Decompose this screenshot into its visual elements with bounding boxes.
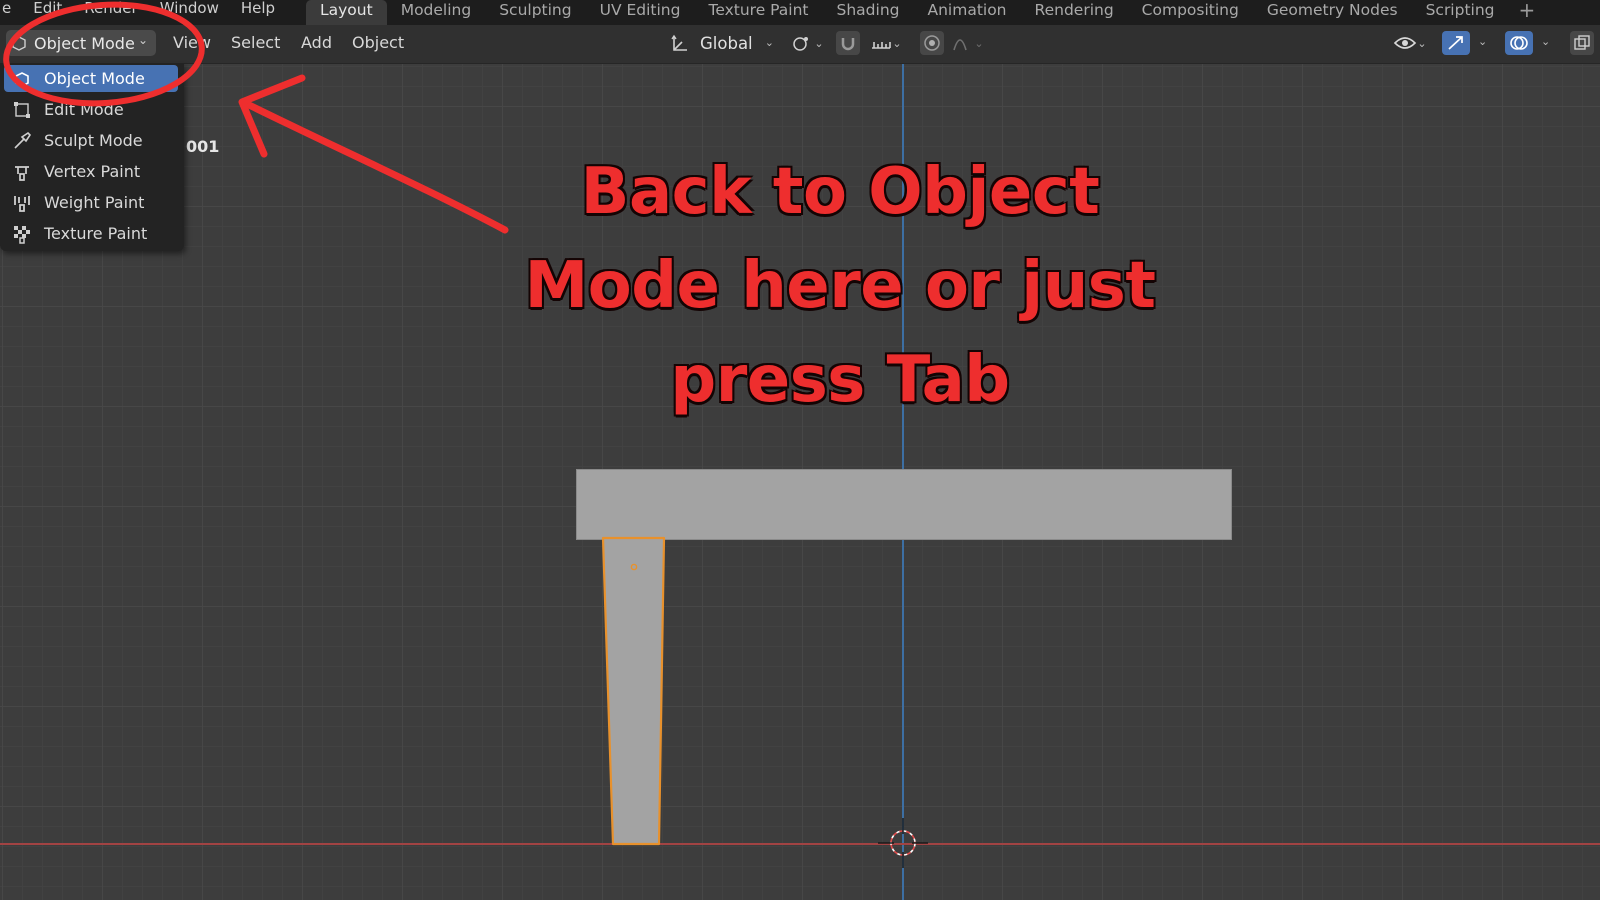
snap-toggle[interactable] bbox=[836, 31, 860, 55]
weight-paint-icon bbox=[14, 196, 30, 212]
add-workspace-button[interactable]: + bbox=[1509, 0, 1546, 25]
workspace-tabs: Layout Modeling Sculpting UV Editing Tex… bbox=[306, 0, 1545, 25]
gizmo-icon bbox=[1448, 36, 1463, 50]
table-leg-mesh[interactable] bbox=[598, 536, 670, 850]
snap-target-button[interactable]: ⌄ bbox=[866, 31, 906, 55]
dropdown-item-label: Vertex Paint bbox=[44, 162, 141, 181]
annotation-line-2: Mode here or just bbox=[524, 249, 1156, 323]
tab-uv-editing[interactable]: UV Editing bbox=[586, 0, 695, 25]
menu-view[interactable]: View bbox=[173, 33, 211, 52]
falloff-curve-icon bbox=[953, 39, 968, 51]
object-name-label: 001 bbox=[186, 137, 220, 156]
menu-select[interactable]: Select bbox=[231, 33, 280, 52]
mode-dropdown-menu: Object Mode Edit Mode Sculpt Mode Vertex… bbox=[0, 63, 184, 251]
object-mode-dropdown[interactable]: Object Mode ⌄ bbox=[6, 30, 156, 56]
tab-geometry-nodes[interactable]: Geometry Nodes bbox=[1253, 0, 1412, 25]
dropdown-item-sculpt-mode[interactable]: Sculpt Mode bbox=[4, 127, 178, 154]
tab-sculpting[interactable]: Sculpting bbox=[485, 0, 585, 25]
dropdown-item-label: Object Mode bbox=[44, 69, 145, 88]
object-mode-icon bbox=[15, 72, 29, 87]
x-axis-line bbox=[0, 843, 1600, 845]
menu-add[interactable]: Add bbox=[301, 33, 332, 52]
dropdown-item-vertex-paint[interactable]: Vertex Paint bbox=[4, 158, 178, 185]
dropdown-item-edit-mode[interactable]: Edit Mode bbox=[4, 96, 178, 123]
chevron-down-icon: ⌄ bbox=[814, 36, 824, 50]
annotation-line-3: press Tab bbox=[670, 343, 1010, 417]
object-mode-icon bbox=[12, 36, 26, 51]
chevron-down-icon: ⌄ bbox=[137, 33, 148, 47]
dropdown-item-label: Weight Paint bbox=[44, 193, 145, 212]
annotation-text: Back to Object Mode here or just press T… bbox=[500, 145, 1180, 427]
xray-icon bbox=[1574, 35, 1590, 50]
transform-orientation-label: Global bbox=[700, 33, 753, 53]
edit-mode-icon bbox=[14, 102, 30, 118]
vertex-paint-icon bbox=[15, 166, 29, 181]
texture-paint-icon bbox=[14, 226, 30, 244]
pivot-icon bbox=[793, 37, 809, 51]
transform-orientation-icon bbox=[671, 34, 687, 51]
chevron-down-icon[interactable]: ⌄ bbox=[1541, 35, 1550, 48]
tab-texture-paint[interactable]: Texture Paint bbox=[694, 0, 822, 25]
dropdown-item-label: Sculpt Mode bbox=[44, 131, 143, 150]
menu-object[interactable]: Object bbox=[352, 33, 404, 52]
tab-modeling[interactable]: Modeling bbox=[387, 0, 486, 25]
top-menu-bar: e Edit Render Window Help Layout Modelin… bbox=[0, 0, 1600, 25]
falloff-button[interactable]: ⌄ bbox=[950, 31, 986, 55]
sculpt-brush-icon bbox=[14, 131, 32, 149]
chevron-down-icon[interactable]: ⌄ bbox=[1478, 35, 1487, 48]
object-mode-label: Object Mode bbox=[34, 33, 135, 53]
tabletop-mesh[interactable] bbox=[576, 469, 1232, 540]
dropdown-item-object-mode[interactable]: Object Mode bbox=[4, 65, 178, 92]
chevron-down-icon: ⌄ bbox=[1417, 36, 1427, 50]
overlays-icon bbox=[1510, 36, 1528, 50]
tab-layout[interactable]: Layout bbox=[306, 0, 387, 25]
tab-scripting[interactable]: Scripting bbox=[1412, 0, 1509, 25]
pivot-point-button[interactable]: ⌄ bbox=[788, 31, 828, 55]
tab-shading[interactable]: Shading bbox=[823, 0, 914, 25]
eye-icon bbox=[1394, 37, 1417, 49]
proportional-edit-toggle[interactable] bbox=[920, 31, 944, 55]
dropdown-item-weight-paint[interactable]: Weight Paint bbox=[4, 189, 178, 216]
menu-help[interactable]: Help bbox=[230, 0, 286, 21]
tab-compositing[interactable]: Compositing bbox=[1128, 0, 1253, 25]
annotation-line-1: Back to Object bbox=[580, 155, 1100, 229]
magnet-icon bbox=[841, 38, 855, 51]
tab-rendering[interactable]: Rendering bbox=[1021, 0, 1128, 25]
dropdown-item-label: Texture Paint bbox=[44, 224, 148, 243]
snap-increment-icon bbox=[872, 42, 892, 49]
chevron-down-icon: ⌄ bbox=[974, 36, 984, 50]
menu-window[interactable]: Window bbox=[149, 0, 230, 21]
visibility-button[interactable]: ⌄ bbox=[1388, 31, 1432, 55]
tab-animation[interactable]: Animation bbox=[913, 0, 1020, 25]
chevron-down-icon: ⌄ bbox=[892, 36, 902, 50]
proportional-edit-icon bbox=[924, 35, 940, 51]
dropdown-item-label: Edit Mode bbox=[44, 100, 124, 119]
dropdown-item-texture-paint[interactable]: Texture Paint bbox=[4, 220, 178, 247]
menu-file-fragment[interactable]: e bbox=[0, 0, 22, 21]
xray-toggle[interactable] bbox=[1570, 31, 1594, 55]
menu-edit[interactable]: Edit bbox=[22, 0, 73, 21]
chevron-down-icon: ⌄ bbox=[764, 36, 774, 49]
overlays-toggle[interactable] bbox=[1505, 31, 1533, 55]
transform-orientation-dropdown[interactable]: Global ⌄ bbox=[666, 30, 776, 56]
gizmo-toggle[interactable] bbox=[1442, 31, 1470, 55]
menu-render[interactable]: Render bbox=[73, 0, 148, 21]
viewport-header: Object Mode ⌄ View Select Add Object Glo… bbox=[0, 25, 1600, 64]
3d-cursor-icon bbox=[878, 818, 928, 868]
